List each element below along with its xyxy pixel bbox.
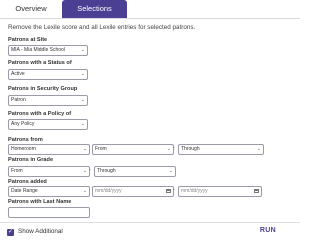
run-button[interactable]: RUN: [260, 227, 276, 234]
added-select-value: Date Range: [11, 188, 38, 194]
grade-from-value: From: [11, 168, 23, 174]
chevron-down-icon: ⌄: [80, 47, 85, 53]
from-start-select[interactable]: From ⌄: [92, 144, 174, 155]
from-label: Patrons from: [8, 137, 43, 143]
from-end-select[interactable]: Through ⌄: [178, 144, 264, 155]
tab-bar: Overview Selections: [0, 0, 300, 19]
from-start-value: From: [95, 146, 107, 152]
grade-through-value: Through: [97, 168, 116, 174]
site-label: Patrons at Site: [8, 37, 48, 43]
from-type-value: Homeroom: [11, 146, 36, 152]
added-end-date[interactable]: mm/dd/yyyy: [178, 186, 262, 197]
calendar-icon[interactable]: [254, 189, 259, 193]
group-select-value: Patron: [11, 97, 26, 103]
policy-select[interactable]: Any Policy ⌄: [8, 119, 88, 130]
status-select[interactable]: Active ⌄: [8, 69, 88, 80]
chevron-down-icon: ⌄: [80, 121, 85, 127]
chevron-down-icon: ⌄: [82, 146, 87, 152]
range-dash: -: [173, 145, 175, 151]
chevron-down-icon: ⌄: [82, 188, 87, 194]
policy-label: Patrons with a Policy of: [8, 111, 72, 117]
group-label: Patrons in Security Group: [8, 86, 78, 92]
footer-bar: ✓ Show Additional RUN: [0, 222, 300, 243]
lastname-input[interactable]: [8, 207, 90, 218]
status-select-value: Active: [11, 71, 25, 77]
policy-select-value: Any Policy: [11, 121, 35, 127]
chevron-down-icon: ⌄: [166, 146, 171, 152]
group-select[interactable]: Patron ⌄: [8, 95, 88, 106]
site-select-value: MIA - Mia Middle School: [11, 47, 65, 53]
grade-label: Patrons in Grade: [8, 157, 54, 163]
show-additional-checkbox[interactable]: ✓: [7, 229, 14, 236]
grade-through-select[interactable]: Through ⌄: [94, 166, 176, 177]
chevron-down-icon: ⌄: [82, 168, 87, 174]
added-start-date[interactable]: mm/dd/yyyy: [92, 186, 174, 197]
range-dash: -: [89, 167, 91, 173]
description-text: Remove the Lexile score and all Lexile e…: [8, 24, 196, 31]
added-label: Patrons added: [8, 179, 47, 185]
added-select[interactable]: Date Range ⌄: [8, 186, 90, 197]
from-type-select[interactable]: Homeroom ⌄: [8, 144, 90, 155]
added-end-placeholder: mm/dd/yyyy: [181, 188, 208, 194]
range-dash: -: [173, 187, 175, 193]
chevron-down-icon: ⌄: [256, 146, 261, 152]
calendar-icon[interactable]: [166, 189, 171, 193]
tab-overview[interactable]: Overview: [6, 0, 56, 18]
grade-from-select[interactable]: From ⌄: [8, 166, 90, 177]
chevron-down-icon: ⌄: [80, 71, 85, 77]
from-end-value: Through: [181, 146, 200, 152]
tab-selections[interactable]: Selections: [62, 0, 127, 18]
added-start-placeholder: mm/dd/yyyy: [95, 188, 122, 194]
lastname-label: Patrons with Last Name: [8, 199, 72, 205]
status-label: Patrons with a Status of: [8, 60, 72, 66]
show-additional-label[interactable]: Show Additional: [18, 228, 63, 235]
chevron-down-icon: ⌄: [80, 97, 85, 103]
site-select[interactable]: MIA - Mia Middle School ⌄: [8, 45, 88, 56]
chevron-down-icon: ⌄: [168, 168, 173, 174]
